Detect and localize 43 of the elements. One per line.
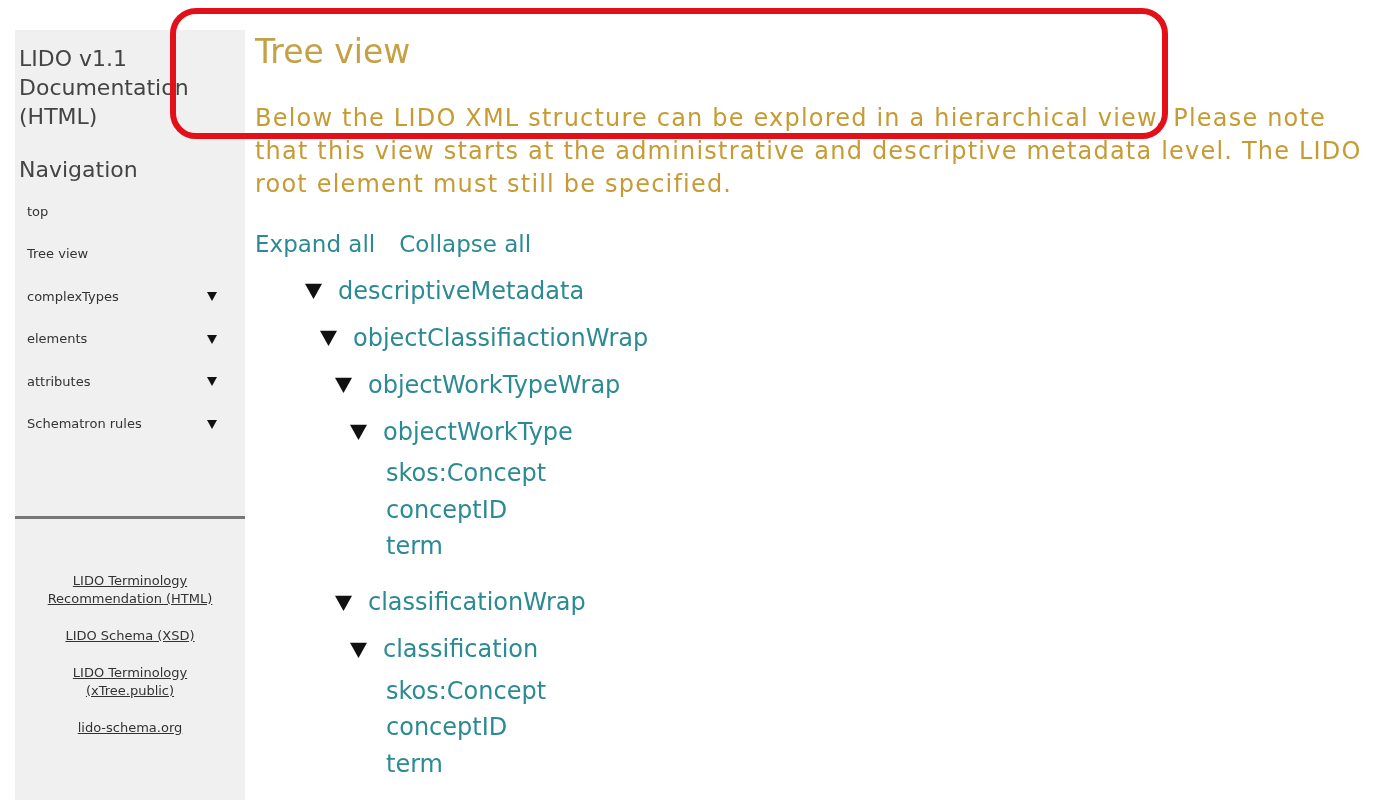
tree-node[interactable]: objectClassifiactionWrap <box>353 323 649 352</box>
nav-item[interactable]: elements <box>19 317 241 360</box>
caret-icon[interactable] <box>207 333 217 344</box>
nav-label: complexTypes <box>27 288 119 304</box>
tree-leaf[interactable]: term <box>386 528 1375 565</box>
nav-item[interactable]: top <box>19 190 241 233</box>
tree-action-link[interactable]: Collapse all <box>399 231 532 257</box>
tree-node[interactable]: objectWorkType <box>383 417 573 446</box>
tree-node[interactable]: classification <box>383 635 539 663</box>
nav-item[interactable]: complexTypes <box>19 275 241 318</box>
page-title: Tree view <box>255 31 412 73</box>
tree-node[interactable]: descriptiveMetadata <box>338 276 585 305</box>
nav-label: Tree view <box>27 246 89 262</box>
caret-icon[interactable] <box>207 376 217 387</box>
nav-label: top <box>27 203 49 219</box>
caret-icon[interactable] <box>207 418 217 429</box>
intro-text: Below the LIDO XML structure can be explored in a hierarchical view. Please note that this view starts at the administrative and descriptive metadata level. The LIDO root element must still be specified. <box>255 103 1363 200</box>
doc-link[interactable]: LIDO Schema (XSD) <box>65 627 195 645</box>
caret-icon[interactable] <box>335 593 352 611</box>
tree-node[interactable]: classificationWrap <box>368 588 586 616</box>
caret-icon[interactable] <box>320 329 337 346</box>
nav-label: Schematron rules <box>27 416 142 432</box>
tree-node[interactable]: objectWorkTypeWrap <box>368 370 621 399</box>
tree-leaf[interactable]: term <box>386 745 1375 782</box>
caret-icon[interactable] <box>207 291 217 302</box>
tree-action-link[interactable]: Expand all <box>255 231 376 257</box>
caret-icon[interactable] <box>335 376 352 393</box>
tree-leaf[interactable]: conceptID <box>386 709 1375 746</box>
caret-icon[interactable] <box>350 423 367 440</box>
doc-link[interactable]: LIDO Terminology Recommendation (HTML) <box>45 572 215 608</box>
tree-leaf[interactable]: conceptID <box>386 491 1375 528</box>
tree-leaf[interactable]: skos:Concept <box>386 455 1375 492</box>
caret-icon[interactable] <box>350 640 367 658</box>
nav-heading: Navigation <box>19 157 139 182</box>
nav-label: elements <box>27 331 88 347</box>
caret-icon[interactable] <box>305 282 322 299</box>
tree-leaf[interactable]: skos:Concept <box>386 672 1375 709</box>
nav-item[interactable]: Tree view <box>19 232 241 275</box>
doc-link[interactable]: LIDO Terminology (xTree.public) <box>45 664 215 700</box>
nav-item[interactable]: attributes <box>19 360 241 403</box>
nav-item[interactable]: Schematron rules <box>19 402 241 445</box>
nav-label: attributes <box>27 373 91 389</box>
doc-link[interactable]: lido-schema.org <box>77 719 183 737</box>
